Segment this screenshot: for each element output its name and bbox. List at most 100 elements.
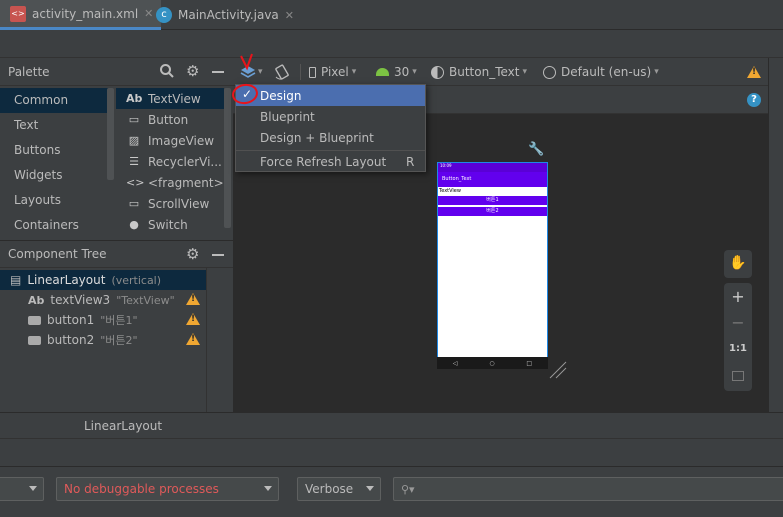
- recents-icon: □: [526, 359, 533, 367]
- tab-activity-main-xml[interactable]: <> activity_main.xml ✕: [0, 0, 162, 30]
- toolbar-divider: [300, 64, 301, 80]
- zoom-actual-size-button[interactable]: 1:1: [724, 343, 752, 354]
- palette-item-button[interactable]: ▭ Button: [116, 109, 224, 130]
- category-buttons[interactable]: Buttons: [0, 138, 112, 163]
- hand-icon: ✋: [729, 255, 747, 271]
- palette-item-switch[interactable]: ● Switch: [116, 214, 224, 235]
- gear-icon[interactable]: ⚙: [186, 62, 199, 80]
- log-level-dropdown[interactable]: Verbose: [297, 477, 381, 501]
- switch-icon: ●: [129, 218, 139, 231]
- breadcrumb[interactable]: LinearLayout: [84, 419, 162, 433]
- list-icon: ☰: [129, 155, 139, 168]
- palette-categories: Common Text Buttons Widgets Layouts Cont…: [0, 86, 112, 236]
- gear-icon[interactable]: ⚙: [186, 245, 199, 263]
- help-icon[interactable]: ?: [747, 93, 761, 107]
- menu-item-label: Design + Blueprint: [260, 130, 374, 145]
- android-icon: [376, 68, 389, 76]
- annotation-mark: [232, 53, 258, 105]
- button-icon: ▭: [128, 113, 140, 126]
- api-selector[interactable]: 30 ▾: [376, 58, 417, 86]
- device-dropdown[interactable]: [0, 477, 44, 501]
- menu-item-label: Blueprint: [260, 109, 315, 124]
- palette-item-label: ScrollView: [148, 196, 210, 211]
- category-common[interactable]: Common: [0, 88, 112, 113]
- menu-item-label: Force Refresh Layout: [260, 154, 387, 169]
- tree-row-linearlayout[interactable]: ▤ LinearLayout (vertical): [0, 270, 206, 290]
- palette-item-recyclerview[interactable]: ☰ RecyclerVi...: [116, 151, 224, 172]
- tree-row-label: LinearLayout: [27, 273, 106, 287]
- tool-window-bar: [0, 438, 783, 466]
- palette-item-fragment[interactable]: <> <fragment>: [116, 172, 224, 193]
- tree-row-button1[interactable]: button1 "버튼1": [0, 310, 138, 330]
- device-label: Pixel: [321, 65, 349, 79]
- warning-icon[interactable]: [186, 333, 200, 345]
- api-label: 30: [394, 65, 410, 79]
- category-layouts[interactable]: Layouts: [0, 188, 112, 213]
- warning-icon[interactable]: [186, 293, 200, 305]
- tree-row-textview3[interactable]: Ab textView3 "TextView": [0, 290, 175, 310]
- java-class-icon: c: [156, 7, 172, 23]
- chevron-down-icon: [29, 486, 37, 491]
- design-toolbar: ▾ Pixel ▾ 30 ▾ Button_Text ▾ Default (en-us…: [233, 58, 768, 86]
- tree-row-label: textView3: [50, 293, 111, 307]
- component-tree-header: Component Tree ⚙: [0, 240, 233, 268]
- warning-icon[interactable]: [186, 313, 200, 325]
- palette-item-textview[interactable]: Ab TextView: [116, 88, 224, 109]
- image-icon: ▨: [128, 134, 140, 147]
- zoom-controls: + − 1:1: [724, 283, 752, 391]
- tab-label: MainActivity.java: [178, 8, 279, 22]
- palette-item-label: Button: [148, 112, 189, 127]
- wrench-icon[interactable]: 🔧: [528, 142, 544, 157]
- attributes-panel-strip[interactable]: [768, 58, 783, 412]
- phone-app-bar: Button_Text: [438, 172, 547, 187]
- tree-row-label: button1: [47, 313, 95, 327]
- palette-item-imageview[interactable]: ▨ ImageView: [116, 130, 224, 151]
- palette-item-label: ImageView: [148, 133, 215, 148]
- process-dropdown[interactable]: No debuggable processes: [56, 477, 279, 501]
- category-containers[interactable]: Containers: [0, 213, 112, 238]
- menu-item-design-blueprint[interactable]: Design + Blueprint: [236, 127, 425, 148]
- logcat-search-input[interactable]: ⚲▾: [393, 477, 783, 501]
- resize-handle-icon[interactable]: [548, 360, 568, 383]
- locale-label: Default (en-us): [561, 65, 652, 79]
- palette-header: Palette ⚙: [0, 58, 233, 86]
- process-label: No debuggable processes: [64, 482, 219, 496]
- tree-row-sub: "버튼1": [100, 314, 138, 327]
- close-icon[interactable]: ✕: [285, 9, 294, 22]
- locale-selector[interactable]: Default (en-us) ▾: [543, 58, 659, 86]
- minimize-icon[interactable]: [212, 254, 224, 256]
- phone-status-bar: 10:09: [438, 163, 547, 172]
- editor-mode-bar: [0, 30, 783, 58]
- palette-item-label: <fragment>: [148, 175, 224, 190]
- tree-row-button2[interactable]: button2 "버튼2": [0, 330, 138, 350]
- palette-item-label: TextView: [148, 91, 201, 106]
- zoom-out-button[interactable]: −: [724, 313, 752, 332]
- pan-button[interactable]: ✋: [724, 250, 752, 278]
- logcat-panel: No debuggable processes Verbose ⚲▾: [0, 466, 783, 517]
- device-selector[interactable]: Pixel ▾: [309, 58, 356, 86]
- orientation-icon[interactable]: [273, 58, 291, 86]
- palette-title: Palette: [8, 64, 50, 79]
- chevron-down-icon: [366, 486, 374, 491]
- search-icon[interactable]: [159, 63, 175, 83]
- menu-item-force-refresh[interactable]: Force Refresh Layout R: [236, 151, 425, 172]
- fit-screen-icon[interactable]: [732, 371, 744, 381]
- minimize-icon[interactable]: [212, 71, 224, 73]
- theme-selector[interactable]: Button_Text ▾: [431, 58, 527, 86]
- log-level-label: Verbose: [305, 482, 354, 496]
- phone-textview[interactable]: TextView: [438, 187, 547, 195]
- tab-mainactivity-java[interactable]: c MainActivity.java ✕: [150, 0, 300, 30]
- categories-scrollbar[interactable]: [107, 88, 114, 180]
- button-icon: [28, 315, 41, 325]
- zoom-in-button[interactable]: +: [724, 287, 752, 306]
- phone-button1[interactable]: 버튼1: [438, 196, 547, 205]
- chevron-down-icon: [264, 486, 272, 491]
- palette-items: Ab TextView ▭ Button ▨ ImageView ☰ RecyclerV…: [116, 86, 224, 236]
- palette-item-scrollview[interactable]: ▭ ScrollView: [116, 193, 224, 214]
- phone-preview[interactable]: 10:09 Button_Text TextView 버튼1 버튼2 ◁ ○ □: [437, 162, 548, 369]
- warning-icon[interactable]: [747, 66, 761, 78]
- category-text[interactable]: Text: [0, 113, 112, 138]
- category-widgets[interactable]: Widgets: [0, 163, 112, 188]
- phone-button2[interactable]: 버튼2: [438, 207, 547, 216]
- textview-icon: Ab: [28, 293, 45, 307]
